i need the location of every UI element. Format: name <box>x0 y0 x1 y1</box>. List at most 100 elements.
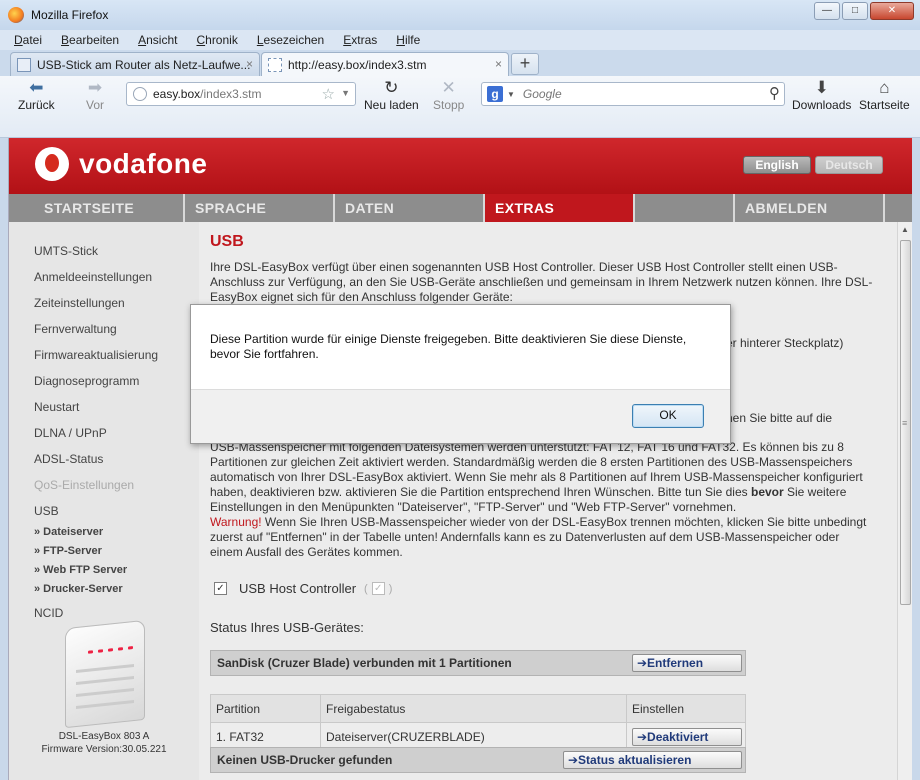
scroll-grip-icon: ≡ <box>902 418 908 428</box>
sidebar-item-anmeldeeinstellungen[interactable]: Anmeldeeinstellungen <box>34 270 152 284</box>
home-icon: ⌂ <box>879 78 890 97</box>
window-title: Mozilla Firefox <box>31 8 109 22</box>
warning-line: zuerst auf "Entfernen" in der Tabelle un… <box>210 530 840 544</box>
deactivate-button[interactable]: ➔Deaktiviert <box>632 728 742 746</box>
tab-label: http://easy.box/index3.stm <box>288 57 427 72</box>
checkbox-label: USB Host Controller <box>239 581 357 596</box>
back-button[interactable]: ⬅ Zurück <box>18 78 55 112</box>
menu-lesezeichen[interactable]: Lesezeichen <box>257 33 324 47</box>
vodafone-logo: vodafone <box>35 147 207 181</box>
sidebar-subitem-web-ftp-server[interactable]: » Web FTP Server <box>34 564 127 576</box>
vodafone-header: vodafone English Deutsch <box>9 138 912 194</box>
warning-label: Warnung! <box>210 515 262 529</box>
sidebar-subitem-dateiserver[interactable]: » Dateiserver <box>34 526 103 538</box>
nav-startseite[interactable]: STARTSEITE <box>9 194 185 222</box>
navigation-toolbar: ⬅ Zurück ➡ Vor easy.box/index3.stm ☆ ▼ ↻… <box>0 76 920 138</box>
search-placeholder: Google <box>522 87 562 101</box>
downloads-label: Downloads <box>792 98 852 112</box>
tab-easybox[interactable]: http://easy.box/index3.stm × <box>261 52 509 76</box>
col-freigabestatus: Freigabestatus <box>320 694 627 723</box>
menu-ansicht[interactable]: Ansicht <box>138 33 177 47</box>
vodafone-logo-icon <box>35 147 69 181</box>
menu-bearbeiten[interactable]: Bearbeiten <box>61 33 119 47</box>
sidebar-item-neustart[interactable]: Neustart <box>34 400 79 414</box>
menu-chronik[interactable]: Chronik <box>196 33 237 47</box>
home-button[interactable]: ⌂ Startseite <box>859 78 910 112</box>
downloads-button[interactable]: ⬇ Downloads <box>792 78 851 112</box>
url-dropdown-icon[interactable]: ▼ <box>341 88 350 98</box>
nav-extras[interactable]: EXTRAS <box>485 194 635 222</box>
nav-daten[interactable]: DATEN <box>335 194 485 222</box>
sidebar-item-umts-stick[interactable]: UMTS-Stick <box>34 244 98 258</box>
menu-datei[interactable]: Datei <box>14 33 42 47</box>
download-arrow-icon: ⬇ <box>814 78 829 97</box>
tab-label: USB-Stick am Router als Netz-Laufwe... <box>37 57 251 72</box>
remove-button[interactable]: ➔Entfernen <box>632 654 742 672</box>
deutsch-button[interactable]: Deutsch <box>815 156 883 174</box>
tab-close-icon[interactable]: × <box>246 57 253 71</box>
warning-line: einem Ausfall des Gerätes kommen. <box>210 545 403 559</box>
device-status-text: SanDisk (Cruzer Blade) verbunden mit 1 P… <box>217 656 512 670</box>
sidebar-item-diagnoseprogramm[interactable]: Diagnoseprogramm <box>34 374 139 388</box>
router-image <box>65 619 145 729</box>
nav-abmelden[interactable]: ABMELDEN <box>735 194 885 222</box>
refresh-status-button[interactable]: ➔Status aktualisieren <box>563 751 742 769</box>
blank-page-icon <box>268 57 282 72</box>
sidebar-item-zeiteinstellungen[interactable]: Zeiteinstellungen <box>34 296 125 310</box>
minimize-button[interactable]: — <box>814 2 840 20</box>
menu-extras[interactable]: Extras <box>343 33 377 47</box>
url-path: /index3.stm <box>200 87 262 101</box>
sidebar-item-dlna[interactable]: DLNA / UPnP <box>34 426 107 440</box>
table-header-row: Partition Freigabestatus Einstellen <box>210 694 746 723</box>
search-engine-icon[interactable]: g <box>487 86 503 102</box>
stop-button[interactable]: ✕ Stopp <box>433 78 464 112</box>
sidebar-item-ncid[interactable]: NCID <box>34 606 63 620</box>
status-label: Status Ihres USB-Gerätes: <box>210 620 364 635</box>
tab-usb-stick[interactable]: USB-Stick am Router als Netz-Laufwe... × <box>10 52 260 76</box>
close-window-button[interactable]: ✕ <box>870 2 914 20</box>
info-line: Partitionen zur gleichen Zeit aktiviert … <box>210 455 853 469</box>
device-name: DSL-EasyBox 803 A <box>58 731 150 742</box>
english-button[interactable]: English <box>743 156 811 174</box>
search-icon[interactable]: ⚲ <box>769 84 780 102</box>
sidebar-item-fernverwaltung[interactable]: Fernverwaltung <box>34 322 117 336</box>
sidebar: UMTS-Stick Anmeldeeinstellungen Zeiteins… <box>9 222 199 780</box>
forward-button[interactable]: ➡ Vor <box>86 78 104 112</box>
engine-dropdown-icon[interactable]: ▼ <box>507 90 515 99</box>
forward-label: Vor <box>86 98 105 112</box>
usb-host-controller-row: ✓ USB Host Controller ( ✓ ) <box>214 581 392 596</box>
bookmark-star-icon[interactable]: ☆ <box>322 85 335 103</box>
new-tab-button[interactable]: + <box>511 53 539 75</box>
home-label: Startseite <box>859 98 910 112</box>
intro-text: Ihre DSL-EasyBox verfügt über einen soge… <box>210 260 873 304</box>
usb-host-controller-checkbox[interactable]: ✓ <box>214 582 227 595</box>
search-bar[interactable]: g ▼ Google ⚲ <box>481 82 785 106</box>
nav-sprache[interactable]: SPRACHE <box>185 194 335 222</box>
sidebar-item-adsl-status[interactable]: ADSL-Status <box>34 452 103 466</box>
top-navigation: STARTSEITE SPRACHE DATEN EXTRAS ABMELDEN <box>9 194 912 222</box>
col-partition: Partition <box>210 694 321 723</box>
reload-button[interactable]: ↻ Neu laden <box>364 78 419 112</box>
sidebar-item-firmwareaktualisierung[interactable]: Firmwareaktualisierung <box>34 348 158 362</box>
stop-label: Stopp <box>433 98 465 112</box>
scroll-up-icon[interactable]: ▲ <box>901 225 909 234</box>
printer-status-text: Keinen USB-Drucker gefunden <box>217 753 393 767</box>
sidebar-subitem-drucker-server[interactable]: » Drucker-Server <box>34 583 123 595</box>
url-bar[interactable]: easy.box/index3.stm ☆ ▼ <box>126 82 356 106</box>
page-scrollbar[interactable]: ▲ ≡ <box>897 222 912 780</box>
maximize-button[interactable]: □ <box>842 2 868 20</box>
sidebar-item-usb[interactable]: USB <box>34 504 59 518</box>
disabled-checkbox: ✓ <box>371 582 385 595</box>
arrow-right-icon: ➡ <box>87 78 103 97</box>
paren: ) <box>388 582 393 595</box>
tab-bar: USB-Stick am Router als Netz-Laufwe... ×… <box>0 50 920 76</box>
sidebar-subitem-ftp-server[interactable]: » FTP-Server <box>34 545 102 557</box>
col-einstellen: Einstellen <box>626 694 746 723</box>
partial-text-1: er hinterer Steckplatz) <box>726 336 844 350</box>
menu-hilfe[interactable]: Hilfe <box>396 33 420 47</box>
ok-button[interactable]: OK <box>632 404 704 428</box>
brand-name: vodafone <box>79 148 208 179</box>
title-bar: Mozilla Firefox — □ ✕ <box>0 0 920 30</box>
tab-close-icon[interactable]: × <box>495 57 502 71</box>
url-host: easy.box <box>153 87 201 101</box>
